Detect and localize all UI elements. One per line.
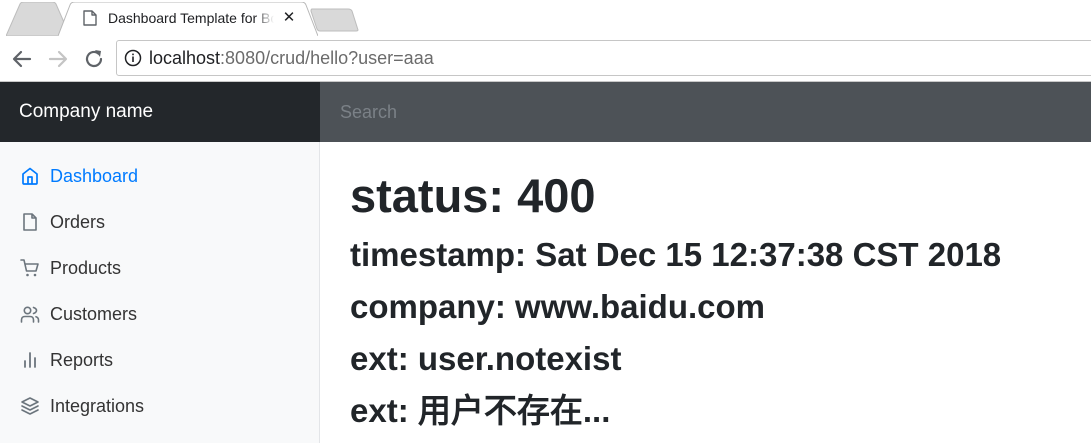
new-tab-button[interactable]	[310, 8, 360, 32]
back-arrow-icon[interactable]	[10, 47, 34, 71]
bar-chart-icon	[24, 352, 36, 368]
users-icon	[20, 306, 40, 323]
info-icon[interactable]	[124, 49, 142, 67]
error-status: status: 400	[350, 169, 596, 222]
tab-close-icon[interactable]: ✕	[280, 9, 298, 27]
sidebar-item-label: Products	[50, 258, 122, 278]
tab-title: Dashboard Template for Bootstrap	[108, 10, 274, 26]
page-favicon-icon	[83, 10, 97, 26]
error-ext-message: ext: 用户不存在...	[350, 392, 611, 429]
sidebar-item-label: Orders	[50, 212, 106, 232]
forward-arrow-icon[interactable]	[46, 47, 70, 71]
sidebar-item-label: Customers	[50, 304, 138, 324]
home-icon	[22, 167, 38, 185]
sidebar-item-label: Dashboard	[50, 166, 139, 186]
search-input[interactable]	[320, 82, 1091, 142]
sidebar-item-customers[interactable]: Customers	[0, 293, 319, 333]
error-company: company: www.baidu.com	[350, 288, 765, 325]
sidebar-item-dashboard[interactable]: Dashboard	[0, 155, 319, 195]
brand-name[interactable]: Company name	[0, 82, 320, 142]
file-icon	[23, 213, 37, 231]
error-timestamp: timestamp: Sat Dec 15 12:37:38 CST 2018	[350, 236, 1002, 273]
url-path: :8080/crud/hello?user=aaa	[220, 48, 434, 68]
url-host: localhost	[149, 48, 221, 68]
sidebar-item-orders[interactable]: Orders	[0, 201, 319, 241]
error-ext-code: ext: user.notexist	[350, 340, 622, 377]
sidebar-item-label: Reports	[50, 350, 114, 370]
shopping-cart-icon	[20, 259, 39, 277]
reload-icon[interactable]	[82, 47, 106, 71]
sidebar-item-reports[interactable]: Reports	[0, 339, 319, 379]
sidebar-item-label: Integrations	[50, 396, 145, 416]
layers-icon	[21, 397, 39, 415]
sidebar-item-products[interactable]: Products	[0, 247, 319, 287]
sidebar-item-integrations[interactable]: Integrations	[0, 385, 319, 425]
address-url[interactable]: localhost:8080/crud/hello?user=aaa	[149, 47, 434, 69]
